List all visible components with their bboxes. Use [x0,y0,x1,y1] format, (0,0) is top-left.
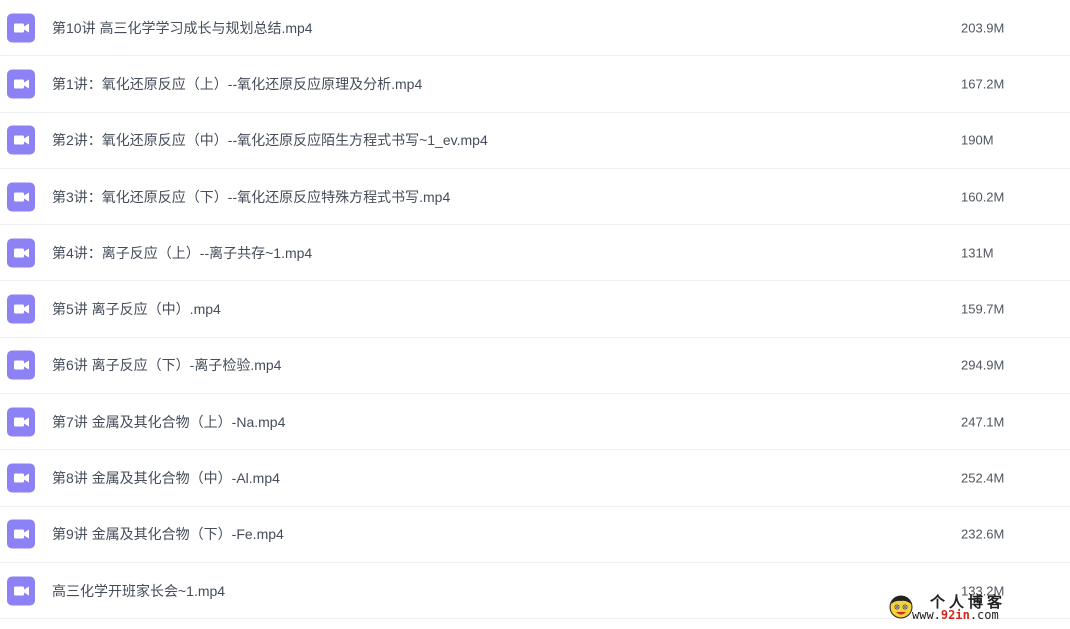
file-size: 232.6M [961,526,1005,542]
video-icon [7,13,35,43]
file-size: 252.4M [961,470,1005,486]
file-size: 167.2M [961,76,1005,92]
file-name[interactable]: 高三化学开班家长会~1.mp4 [52,581,225,601]
video-icon [7,576,35,606]
file-name[interactable]: 第6讲 离子反应（下）-离子检验.mp4 [52,355,281,375]
file-row[interactable]: 第5讲 离子反应（中）.mp4 159.7M [0,281,1070,338]
file-row[interactable]: 第1讲：氧化还原反应（上）--氧化还原反应原理及分析.mp4 167.2M [0,56,1070,113]
video-icon [7,182,35,212]
file-name[interactable]: 第3讲：氧化还原反应（下）--氧化还原反应特殊方程式书写.mp4 [52,187,450,207]
file-row[interactable]: 第7讲 金属及其化合物（上）-Na.mp4 247.1M [0,394,1070,451]
video-icon [7,407,35,437]
video-icon [7,294,35,324]
video-icon [7,463,35,493]
file-name[interactable]: 第9讲 金属及其化合物（下）-Fe.mp4 [52,524,284,544]
watermark-url-suffix: .com [969,608,999,622]
file-size: 294.9M [961,357,1005,373]
file-name[interactable]: 第5讲 离子反应（中）.mp4 [52,299,221,319]
file-name[interactable]: 第4讲：离子反应（上）--离子共存~1.mp4 [52,243,312,263]
video-icon [7,69,35,99]
file-row[interactable]: 第9讲 金属及其化合物（下）-Fe.mp4 232.6M [0,507,1070,563]
video-icon [7,350,35,380]
file-row[interactable]: 第6讲 离子反应（下）-离子检验.mp4 294.9M [0,338,1070,395]
file-name[interactable]: 第8讲 金属及其化合物（中）-Al.mp4 [52,468,280,488]
watermark-url-accent: 92in [940,608,970,622]
file-size: 203.9M [961,20,1005,36]
file-name[interactable]: 第2讲：氧化还原反应（中）--氧化还原反应陌生方程式书写~1_ev.mp4 [52,130,488,150]
file-size: 159.7M [961,301,1005,317]
file-name[interactable]: 第1讲：氧化还原反应（上）--氧化还原反应原理及分析.mp4 [52,74,422,94]
file-name[interactable]: 第7讲 金属及其化合物（上）-Na.mp4 [52,412,285,432]
file-row[interactable]: 第3讲：氧化还原反应（下）--氧化还原反应特殊方程式书写.mp4 160.2M [0,169,1070,226]
video-icon [7,125,35,155]
file-size: 190M [961,132,994,148]
cartoon-face-logo-icon [889,595,913,619]
video-icon [7,519,35,549]
file-row[interactable]: 第2讲：氧化还原反应（中）--氧化还原反应陌生方程式书写~1_ev.mp4 19… [0,113,1070,169]
file-size: 247.1M [961,414,1005,430]
file-list: 第10讲 高三化学学习成长与规划总结.mp4 203.9M 第1讲：氧化还原反应… [0,0,1070,620]
file-size: 131M [961,245,994,261]
watermark: 个人博客 www.92in.com [872,593,1052,623]
file-row[interactable]: 第8讲 金属及其化合物（中）-Al.mp4 252.4M [0,450,1070,507]
file-size: 160.2M [961,189,1005,205]
video-icon [7,238,35,268]
file-row[interactable]: 第4讲：离子反应（上）--离子共存~1.mp4 131M [0,225,1070,282]
watermark-url: www.92in.com [912,608,999,622]
file-row[interactable]: 第10讲 高三化学学习成长与规划总结.mp4 203.9M [0,0,1070,57]
file-name[interactable]: 第10讲 高三化学学习成长与规划总结.mp4 [52,18,313,38]
watermark-url-prefix: www. [912,608,941,622]
